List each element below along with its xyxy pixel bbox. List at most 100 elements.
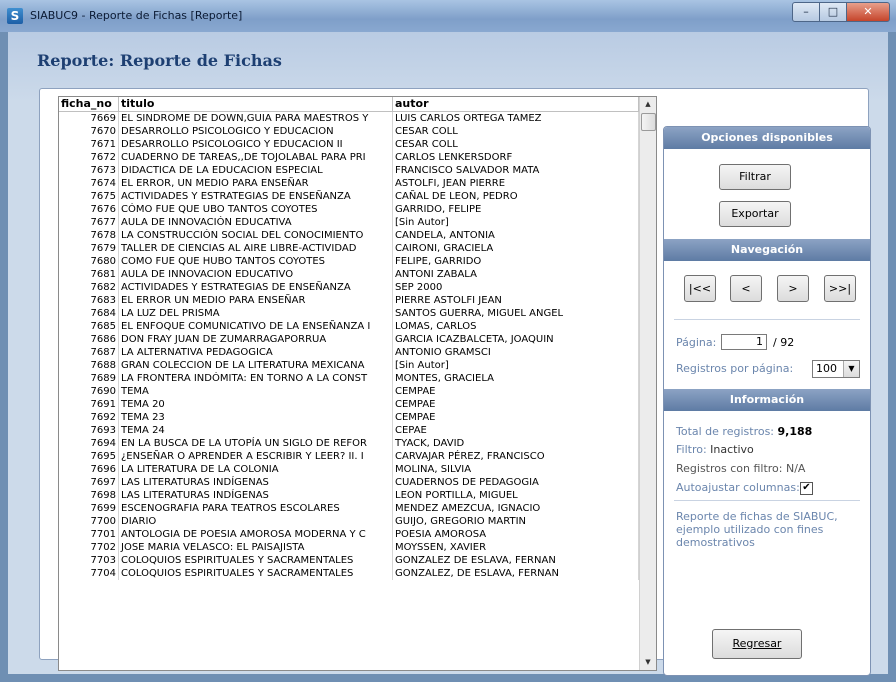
table-row[interactable]: 7690 TEMA CEMPAE (59, 385, 639, 398)
table-row[interactable]: 7689 LA FRONTERA INDÓMITA: EN TORNO A LA … (59, 372, 639, 385)
table-row[interactable]: 7701 ANTOLOGIA DE POESIA AMOROSA MODERNA … (59, 528, 639, 541)
per-page-select[interactable]: 100 ▼ (812, 360, 860, 378)
table-row[interactable]: 7695 ¿ENSEÑAR O APRENDER A ESCRIBIR Y LEE… (59, 450, 639, 463)
cell-ficha-no: 7688 (59, 359, 119, 372)
cell-titulo: LAS LITERATURAS INDÍGENAS (119, 476, 393, 489)
table-row[interactable]: 7697 LAS LITERATURAS INDÍGENAS CUADERNOS D… (59, 476, 639, 489)
table-row[interactable]: 7684 LA LUZ DEL PRISMA SANTOS GUERRA, MIGU… (59, 307, 639, 320)
grid-header: ficha_no titulo autor (59, 97, 639, 112)
cell-autor: GARRIDO, FELIPE (393, 203, 639, 216)
table-row[interactable]: 7685 EL ENFOQUE COMUNICATIVO DE LA ENSEÑA… (59, 320, 639, 333)
table-row[interactable]: 7672 CUADERNO DE TAREAS,,DE TOJOLABAL PAR… (59, 151, 639, 164)
table-row[interactable]: 7702 JOSE MARIA VELASCO: EL PAISAJISTA MOY… (59, 541, 639, 554)
filter-state-value: Inactivo (710, 443, 754, 456)
vertical-scrollbar[interactable]: ▲ ▼ (639, 97, 656, 670)
cell-titulo: TEMA 20 (119, 398, 393, 411)
table-row[interactable]: 7681 AULA DE INNOVACION EDUCATIVO ANTONI Z… (59, 268, 639, 281)
cell-autor: CAIRONI, GRACIELA (393, 242, 639, 255)
table-row[interactable]: 7687 LA ALTERNATIVA PEDAGOGICA ANTONIO GRA… (59, 346, 639, 359)
per-page-label: Registros por página: (676, 362, 794, 375)
table-row[interactable]: 7686 DON FRAY JUAN DE ZUMARRAGAPORRUA GARC… (59, 333, 639, 346)
report-grid[interactable]: ficha_no titulo autor 7669 EL SINDROME DE… (58, 96, 657, 671)
table-row[interactable]: 7700 DIARIO GUIJO, GREGORIO MARTIN (59, 515, 639, 528)
table-row[interactable]: 7696 LA LITERATURA DE LA COLONIA MOLINA, S… (59, 463, 639, 476)
table-row[interactable]: 7680 COMO FUE QUE HUBO TANTOS COYOTES FELI… (59, 255, 639, 268)
close-button[interactable]: ✕ (846, 2, 890, 22)
table-row[interactable]: 7674 EL ERROR, UN MEDIO PARA ENSEÑAR ASTOL… (59, 177, 639, 190)
cell-ficha-no: 7685 (59, 320, 119, 333)
filter-button[interactable]: Filtrar (719, 164, 791, 190)
cell-titulo: EN LA BUSCA DE LA UTOPÍA UN SIGLO DE REF… (119, 437, 393, 450)
table-row[interactable]: 7703 COLOQUIOS ESPIRITUALES Y SACRAMENTAL… (59, 554, 639, 567)
page-input[interactable]: 1 (721, 334, 767, 350)
cell-ficha-no: 7700 (59, 515, 119, 528)
table-row[interactable]: 7692 TEMA 23 CEMPAE (59, 411, 639, 424)
cell-autor: CEPAE (393, 424, 639, 437)
cell-autor: MOLINA, SILVIA (393, 463, 639, 476)
page-label: Página: (676, 336, 717, 349)
first-page-button[interactable]: |<< (684, 275, 716, 302)
minimize-button[interactable]: – (792, 2, 820, 22)
maximize-button[interactable]: □ (819, 2, 847, 22)
table-row[interactable]: 7691 TEMA 20 CEMPAE (59, 398, 639, 411)
cell-ficha-no: 7679 (59, 242, 119, 255)
table-row[interactable]: 7679 TALLER DE CIENCIAS AL AIRE LIBRE-ACT… (59, 242, 639, 255)
scroll-down-icon[interactable]: ▼ (640, 655, 656, 670)
table-row[interactable]: 7682 ACTIVIDADES Y ESTRATEGIAS DE ENSEÑAN… (59, 281, 639, 294)
cell-autor: CARVAJAR PÉREZ, FRANCISCO (393, 450, 639, 463)
export-button[interactable]: Exportar (719, 201, 791, 227)
table-row[interactable]: 7688 GRAN COLECCION DE LA LITERATURA MEXI… (59, 359, 639, 372)
cell-ficha-no: 7698 (59, 489, 119, 502)
cell-ficha-no: 7680 (59, 255, 119, 268)
cell-ficha-no: 7695 (59, 450, 119, 463)
table-row[interactable]: 7698 LAS LITERATURAS INDÍGENAS LEON PORTIL… (59, 489, 639, 502)
autoadjust-label: Autoajustar columnas: (676, 481, 800, 494)
table-row[interactable]: 7678 LA CONSTRUCCIÓN SOCIAL DEL CONOCIMIE… (59, 229, 639, 242)
previous-page-button[interactable]: < (730, 275, 762, 302)
cell-autor: MONTES, GRACIELA (393, 372, 639, 385)
column-header-titulo[interactable]: titulo (119, 97, 393, 111)
table-row[interactable]: 7677 AULA DE INNOVACIÓN EDUCATIVA [Sin Aut… (59, 216, 639, 229)
table-row[interactable]: 7671 DESARROLLO PSICOLOGICO Y EDUCACION I… (59, 138, 639, 151)
table-row[interactable]: 7670 DESARROLLO PSICOLOGICO Y EDUCACION CE… (59, 125, 639, 138)
cell-titulo: COLOQUIOS ESPIRITUALES Y SACRAMENTALES (119, 567, 393, 580)
table-row[interactable]: 7683 EL ERROR UN MEDIO PARA ENSEÑAR PIERRE… (59, 294, 639, 307)
cell-titulo: ACTIVIDADES Y ESTRATEGIAS DE ENSEÑANZA (119, 190, 393, 203)
cell-titulo: COLOQUIOS ESPIRITUALES Y SACRAMENTALES (119, 554, 393, 567)
next-page-button[interactable]: > (777, 275, 809, 302)
last-page-button[interactable]: >>| (824, 275, 856, 302)
column-header-autor[interactable]: autor (393, 97, 639, 111)
cell-autor: CAÑAL DE LEON, PEDRO (393, 190, 639, 203)
cell-autor: CEMPAE (393, 398, 639, 411)
cell-titulo: ¿ENSEÑAR O APRENDER A ESCRIBIR Y LEER? I… (119, 450, 393, 463)
table-row[interactable]: 7693 TEMA 24 CEPAE (59, 424, 639, 437)
filtered-records-label: Registros con filtro: (676, 462, 783, 475)
cell-autor: CARLOS LENKERSDORF (393, 151, 639, 164)
cell-autor: CESAR COLL (393, 138, 639, 151)
column-header-ficha-no[interactable]: ficha_no (59, 97, 119, 111)
table-row[interactable]: 7673 DIDACTICA DE LA EDUCACION ESPECIAL FR… (59, 164, 639, 177)
cell-ficha-no: 7692 (59, 411, 119, 424)
filter-state-row: Filtro: Inactivo (676, 443, 754, 456)
cell-autor: LUIS CARLOS ORTEGA TAMEZ (393, 112, 639, 125)
cell-ficha-no: 7699 (59, 502, 119, 515)
table-row[interactable]: 7694 EN LA BUSCA DE LA UTOPÍA UN SIGLO DE… (59, 437, 639, 450)
cell-ficha-no: 7693 (59, 424, 119, 437)
table-row[interactable]: 7669 EL SINDROME DE DOWN,GUIA PARA MAESTR… (59, 112, 639, 125)
chevron-down-icon[interactable]: ▼ (843, 361, 859, 377)
autoadjust-checkbox[interactable]: ✔ (800, 482, 813, 495)
table-row[interactable]: 7676 CÓMO FUE QUE UBO TANTOS COYOTES GARRI… (59, 203, 639, 216)
table-row[interactable]: 7699 ESCENOGRAFIA PARA TEATROS ESCOLARES M… (59, 502, 639, 515)
table-row[interactable]: 7675 ACTIVIDADES Y ESTRATEGIAS DE ENSEÑAN… (59, 190, 639, 203)
back-button[interactable]: Regresar (712, 629, 802, 659)
information-header: Información (664, 389, 870, 411)
cell-autor: CUADERNOS DE PEDAGOGIA (393, 476, 639, 489)
cell-ficha-no: 7682 (59, 281, 119, 294)
page-total: / 92 (773, 336, 795, 349)
cell-autor: FELIPE, GARRIDO (393, 255, 639, 268)
scroll-up-icon[interactable]: ▲ (640, 97, 656, 112)
table-row[interactable]: 7704 COLOQUIOS ESPIRITUALES Y SACRAMENTAL… (59, 567, 639, 580)
cell-autor: SEP 2000 (393, 281, 639, 294)
scroll-thumb[interactable] (641, 113, 656, 131)
cell-autor: [Sin Autor] (393, 359, 639, 372)
